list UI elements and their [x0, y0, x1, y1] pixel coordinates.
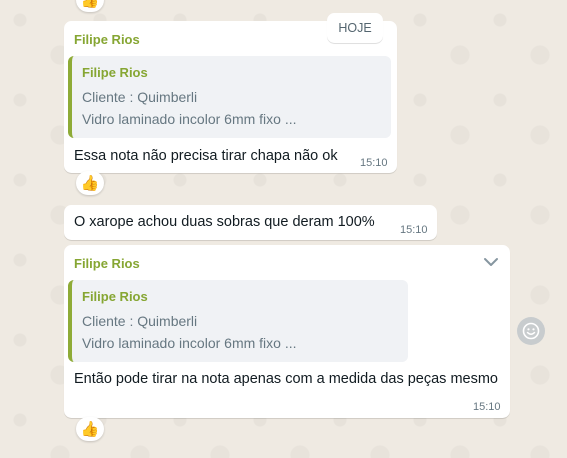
- message-time: 15:10: [473, 401, 501, 413]
- message-text: Essa nota não precisa tirar chapa não ok: [74, 148, 338, 164]
- message-time: 15:10: [400, 224, 428, 236]
- message-sender[interactable]: Filipe Rios: [74, 32, 140, 47]
- message-bubble[interactable]: Filipe Rios Filipe Rios Cliente : Quimbe…: [64, 245, 510, 418]
- message-text: Então pode tirar na nota apenas com a me…: [74, 371, 498, 387]
- quoted-line: Cliente : Quimberli: [82, 89, 198, 105]
- quoted-message[interactable]: Filipe Rios Cliente : Quimberli Vidro la…: [68, 56, 391, 138]
- quoted-sender: Filipe Rios: [82, 65, 148, 80]
- reaction-badge[interactable]: 👍: [76, 417, 104, 441]
- emoji-reaction-button[interactable]: [517, 317, 545, 345]
- thumbs-up-icon: 👍: [80, 174, 100, 192]
- quoted-line: Vidro laminado incolor 6mm fixo ...: [82, 111, 297, 127]
- message-bubble[interactable]: O xarope achou duas sobras que deram 100…: [64, 205, 437, 240]
- message-sender[interactable]: Filipe Rios: [74, 256, 140, 271]
- message-bubble[interactable]: Filipe Rios Filipe Rios Cliente : Quimbe…: [64, 21, 397, 173]
- quoted-line: Vidro laminado incolor 6mm fixo ...: [82, 335, 297, 351]
- smiley-icon: [522, 322, 540, 340]
- message-time: 15:10: [360, 157, 388, 169]
- message-text: O xarope achou duas sobras que deram 100…: [74, 214, 375, 230]
- quoted-line: Cliente : Quimberli: [82, 313, 198, 329]
- quoted-sender: Filipe Rios: [82, 289, 148, 304]
- quoted-message[interactable]: Filipe Rios Cliente : Quimberli Vidro la…: [68, 280, 408, 362]
- thumbs-up-icon: 👍: [80, 420, 100, 438]
- date-divider: HOJE: [327, 13, 383, 43]
- reaction-badge[interactable]: 👍: [76, 171, 104, 195]
- thumbs-up-icon: 👍: [80, 0, 100, 9]
- chevron-down-icon[interactable]: [482, 255, 500, 269]
